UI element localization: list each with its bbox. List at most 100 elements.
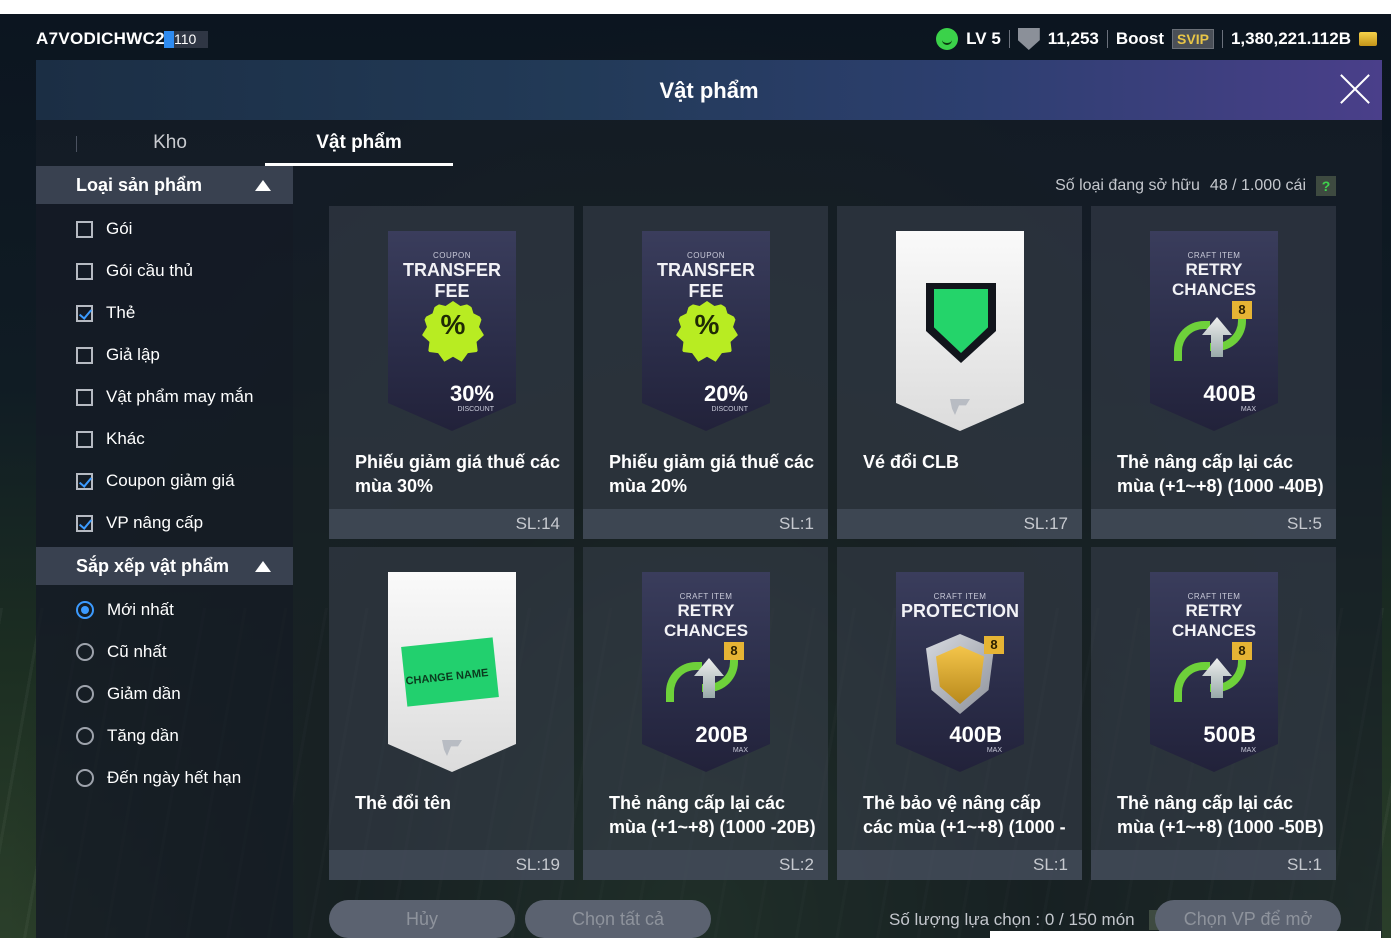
item-name: Thẻ nâng cấp lại các mùa (+1~+8) (1000 -… [1117, 793, 1324, 837]
item-card[interactable]: CRAFT ITEM RETRY CHANCES 8 500B MAX Thẻ … [1091, 547, 1336, 880]
protection-icon: CRAFT ITEM PROTECTION 8 400B MAX [896, 572, 1024, 772]
checkbox[interactable] [76, 388, 93, 406]
radio[interactable] [76, 769, 94, 787]
filter-option-goi-cau-thu[interactable]: Gói cầu thủ [76, 258, 193, 284]
item-card[interactable]: CRAFT ITEM PROTECTION 8 400B MAX Thẻ bảo… [837, 547, 1082, 880]
green-arrow [666, 662, 702, 702]
option-label: Cũ nhất [107, 642, 167, 661]
divider [1221, 30, 1223, 48]
retry-chances-icon: CRAFT ITEM RETRY CHANCES 8 500B MAX [1150, 572, 1278, 772]
art-subtitle: CRAFT ITEM [1187, 251, 1241, 260]
help-icon[interactable]: ? [1316, 176, 1336, 196]
sort-option-descending[interactable]: Giảm dần [76, 681, 181, 707]
art-caption: DISCOUNT [711, 406, 748, 413]
option-label: Giảm dần [107, 684, 181, 703]
item-quantity: SL:19 [515, 855, 560, 874]
currency-value: 1,380,221.112B [1230, 29, 1351, 48]
checkbox-checked[interactable] [76, 304, 93, 322]
select-all-button[interactable]: Chọn tất cả [525, 900, 711, 938]
game-background: A7VODICHWC26 110 LV 5 11,253 Boost SVIP … [0, 14, 1391, 938]
item-quantity: SL:5 [1287, 514, 1322, 533]
item-card[interactable]: CRAFT ITEM RETRY CHANCES 8 200B MAX Thẻ … [583, 547, 828, 880]
item-name: Phiếu giảm giá thuế các mùa 20% [609, 452, 815, 496]
item-name: Vé đổi CLB [863, 452, 960, 472]
sort-option-expiry[interactable]: Đến ngày hết hạn [76, 765, 241, 791]
art-title: PROTECTION [900, 601, 1019, 621]
item-name: Thẻ nâng cấp lại các mùa (+1~+8) (1000 -… [1117, 452, 1324, 496]
radio[interactable] [76, 643, 94, 661]
filter-option-coupon[interactable]: Coupon giảm giá [76, 468, 235, 494]
green-arrow [1174, 662, 1210, 702]
item-quantity: SL:1 [1033, 855, 1068, 874]
bottom-edge [990, 931, 1381, 938]
divider [1008, 30, 1010, 48]
coupon-icon: COUPON TRANSFER FEE % 20% DISCOUNT [642, 231, 770, 431]
checkbox-checked[interactable] [76, 514, 93, 532]
art-subtitle: COUPON [686, 251, 726, 260]
item-name: Thẻ bảo vệ nâng cấp các mùa (+1~+8) (100… [863, 793, 1066, 837]
checkbox[interactable] [76, 430, 93, 448]
sort-option-ascending[interactable]: Tăng dần [76, 723, 179, 749]
upgrade-arrows-icon: 8 [1174, 301, 1254, 371]
checkbox-checked[interactable] [76, 472, 93, 490]
product-type-header[interactable]: Loại sản phẩm [36, 166, 293, 204]
filter-option-may-man[interactable]: Vật phẩm may mắn [76, 384, 253, 410]
filter-option-goi[interactable]: Gói [76, 216, 132, 242]
option-label: Tăng dần [107, 726, 179, 745]
dialog-header: Vật phẩm [36, 60, 1382, 120]
user-level-badge: 110 [164, 31, 208, 48]
item-card[interactable]: Vé đổi CLB SL:17 [837, 206, 1082, 539]
art-value: 500B [1203, 722, 1256, 747]
radio[interactable] [76, 685, 94, 703]
sort-header[interactable]: Sắp xếp vật phẩm [36, 547, 293, 585]
option-label: Đến ngày hết hạn [107, 768, 242, 787]
art-caption: MAX [1240, 406, 1256, 413]
option-label: Mới nhất [107, 600, 174, 619]
checkbox[interactable] [76, 346, 93, 364]
cancel-button[interactable]: Hủy [329, 900, 515, 938]
shield-icon [1017, 28, 1040, 50]
checkbox[interactable] [76, 220, 93, 238]
art-value: 200B [695, 722, 748, 747]
coupon-icon: COUPON TRANSFER FEE % 30% DISCOUNT [388, 231, 516, 431]
svip-badge[interactable]: SVIP [1172, 29, 1214, 49]
option-label: Giả lập [106, 345, 160, 364]
close-button[interactable] [1338, 72, 1372, 106]
tab-vat-pham[interactable]: Vật phẩm [265, 120, 453, 166]
item-card[interactable]: CRAFT ITEM RETRY CHANCES 8 400B MAX Thẻ … [1091, 206, 1336, 539]
item-card[interactable]: COUPON TRANSFER FEE % 20% DISCOUNT Phiếu… [583, 206, 828, 539]
level-tag: 8 [984, 636, 1004, 654]
green-arrow [1174, 321, 1210, 361]
item-quantity: SL:17 [1023, 514, 1068, 533]
sort-option-oldest[interactable]: Cũ nhất [76, 639, 167, 665]
sort-option-newest[interactable]: Mới nhất [76, 597, 174, 623]
selection-label: Số lượng lựa chọn : 0 / 150 món [889, 910, 1135, 929]
selection-count: Số lượng lựa chọn : 0 / 150 món ? [889, 910, 1169, 930]
art-subtitle: COUPON [432, 251, 472, 260]
checkbox[interactable] [76, 262, 93, 280]
radio-selected[interactable] [76, 601, 94, 619]
filter-option-vp-nang-cap[interactable]: VP nâng cấp [76, 510, 203, 536]
boost-label[interactable]: Boost [1116, 29, 1164, 49]
filter-option-gia-lap[interactable]: Giả lập [76, 342, 160, 368]
option-label: Khác [106, 429, 145, 448]
username: A7VODICHWC26 [36, 29, 175, 48]
item-card[interactable]: COUPON TRANSFER FEE % 30% DISCOUNT Phiếu… [329, 206, 574, 539]
item-card[interactable]: CHANGE NAME Thẻ đổi tên SL:19 [329, 547, 574, 880]
smile-icon [936, 28, 959, 50]
art-value: 20% [703, 381, 748, 406]
owned-value: 48 / 1.000 cái [1209, 177, 1306, 194]
tab-kho[interactable]: Kho [76, 120, 264, 164]
filter-option-the[interactable]: Thẻ [76, 300, 135, 326]
art-value: 30% [449, 381, 494, 406]
radio[interactable] [76, 727, 94, 745]
tab-bar: Kho Vật phẩm [36, 120, 454, 166]
art-title: TRANSFER FEE [403, 260, 501, 301]
filter-option-khac[interactable]: Khác [76, 426, 145, 452]
filter-sidebar: Loại sản phẩm Gói Gói cầu thủ Thẻ Giả lậ… [36, 166, 293, 938]
change-name-icon: CHANGE NAME [388, 572, 516, 772]
collapse-triangle-icon [255, 180, 271, 191]
collapse-triangle-icon [255, 561, 271, 572]
level-tag: 8 [724, 642, 744, 660]
art-title: RETRY CHANCES [1171, 601, 1257, 640]
